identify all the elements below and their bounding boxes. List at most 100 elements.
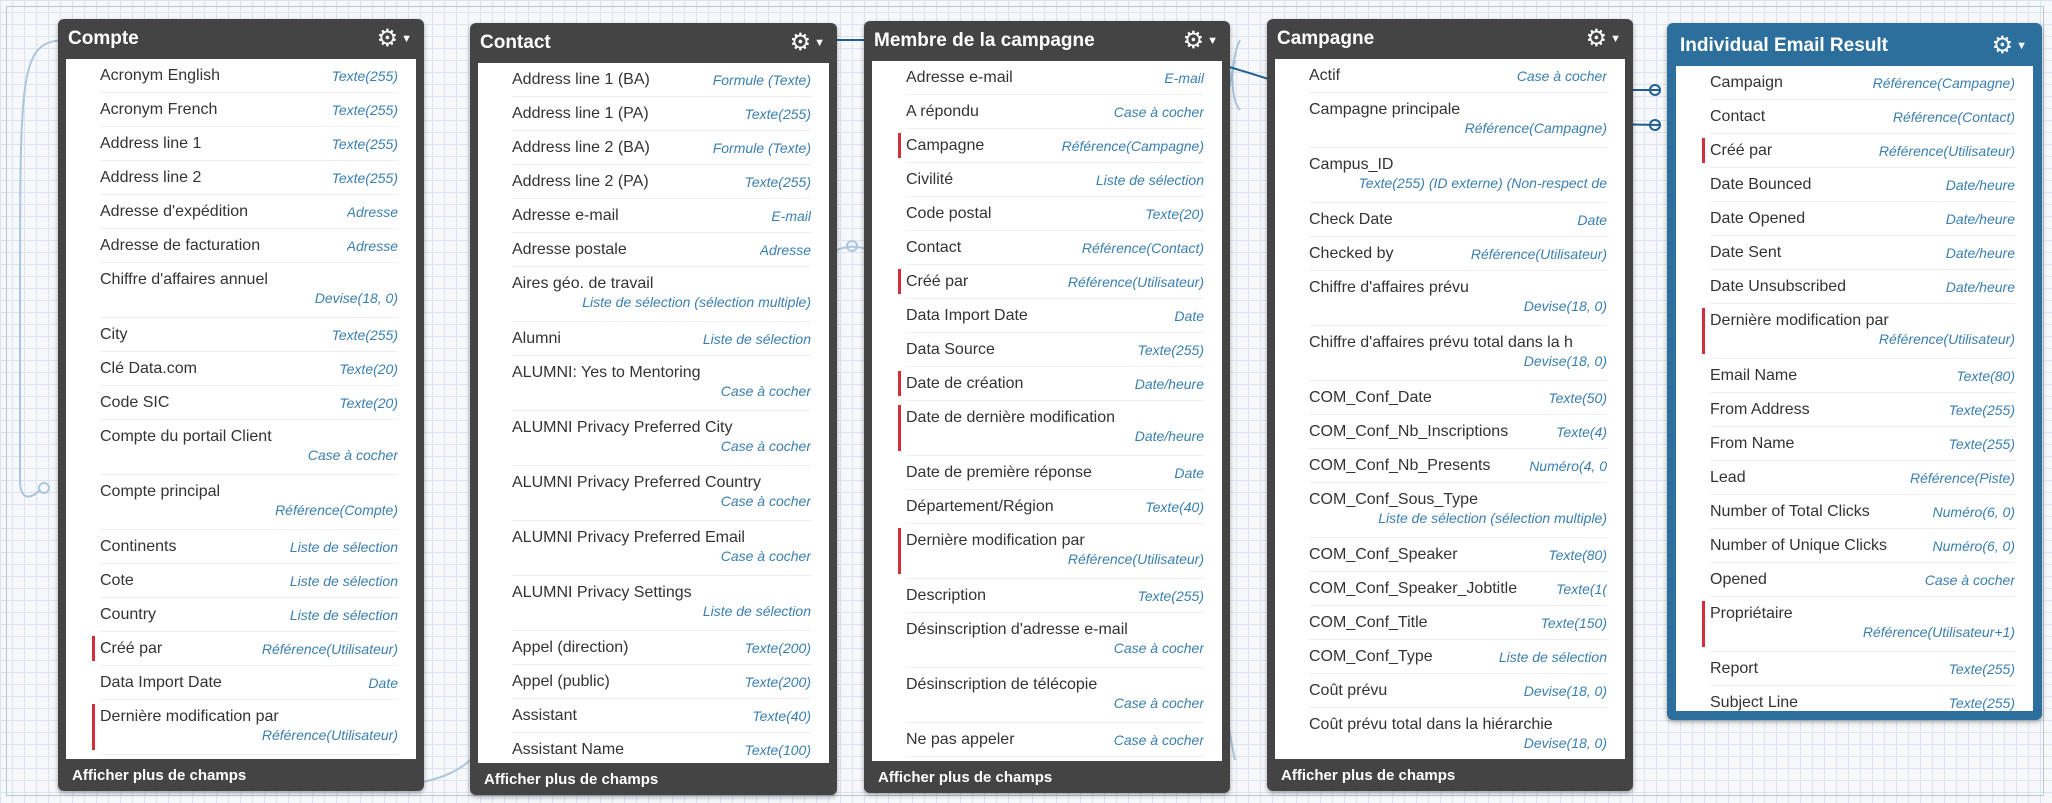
field-row[interactable]: Cote Liste de sélection <box>100 564 398 598</box>
field-row[interactable]: Actif Case à cocher <box>1309 59 1607 93</box>
field-row[interactable]: Contact Référence(Contact) <box>906 231 1204 265</box>
card-settings-button[interactable]: ⚙ ▼ <box>790 31 825 55</box>
field-row[interactable]: ALUMNI Privacy Preferred City Case à coch… <box>512 411 811 466</box>
field-row[interactable]: Opened Case à cocher <box>1710 563 2015 597</box>
field-row[interactable]: Coût prévu total dans la hiérarchie Devis… <box>1309 708 1607 759</box>
field-row[interactable]: Chiffre d'affaires annuel Devise(18, 0) <box>100 263 398 318</box>
field-list[interactable]: Address line 1 (BA) Formule (Texte) Addres… <box>478 63 829 763</box>
field-row[interactable]: Email Name Texte(80) <box>1710 359 2015 393</box>
field-row[interactable]: Appel (direction) Texte(200) <box>512 631 811 665</box>
field-row[interactable]: COM_Conf_Speaker_Jobtitle Texte(1( <box>1309 572 1607 606</box>
field-row[interactable]: COM_Conf_Nb_Presents Numéro(4, 0 <box>1309 449 1607 483</box>
field-row[interactable]: Désinscription d'adresse e-mail Case à co… <box>906 613 1204 668</box>
object-card-compte[interactable]: Compte ⚙ ▼ Acronym English Texte(255) Acro… <box>58 19 424 791</box>
field-row[interactable]: Date Opened Date/heure <box>1710 202 2015 236</box>
field-row[interactable]: Checked by Référence(Utilisateur) <box>1309 237 1607 271</box>
card-settings-button[interactable]: ⚙ ▼ <box>1183 29 1218 53</box>
field-row[interactable]: Créé par Référence(Utilisateur) <box>92 632 398 666</box>
field-row[interactable]: Campagne Référence(Campagne) <box>898 129 1204 163</box>
field-row[interactable]: Propriétaire Référence(Utilisateur+1) <box>1702 597 2015 652</box>
object-card-contact[interactable]: Contact ⚙ ▼ Address line 1 (BA) Formule (… <box>470 23 837 795</box>
field-row[interactable]: Adresse postale Adresse <box>512 233 811 267</box>
field-row[interactable]: Adresse e-mail E-mail <box>512 199 811 233</box>
field-list[interactable]: Campaign Référence(Campagne) Contact Référe… <box>1676 66 2033 711</box>
object-card-individual-email-result[interactable]: Individual Email Result ⚙ ▼ Campaign Réfé… <box>1667 23 2042 720</box>
field-list[interactable]: Acronym English Texte(255) Acronym French T… <box>66 59 416 759</box>
field-row[interactable]: Coût prévu Devise(18, 0) <box>1309 674 1607 708</box>
field-row[interactable]: Number of Total Clicks Numéro(6, 0) <box>1710 495 2015 529</box>
field-row[interactable]: Acronym French Texte(255) <box>100 93 398 127</box>
field-row[interactable]: Chiffre d'affaires prévu Devise(18, 0) <box>1309 271 1607 326</box>
field-row[interactable]: Data Source Texte(255) <box>906 333 1204 367</box>
field-row[interactable]: Ne pas appeler Case à cocher <box>906 723 1204 757</box>
field-row[interactable]: COM_Conf_Date Texte(50) <box>1309 381 1607 415</box>
field-list[interactable]: Adresse e-mail E-mail A répondu Case à coch… <box>872 61 1222 761</box>
field-row[interactable]: Address line 1 Texte(255) <box>100 127 398 161</box>
field-row[interactable]: Créé par Référence(Utilisateur) <box>1702 134 2015 168</box>
field-row[interactable]: Département/Région Texte(40) <box>906 490 1204 524</box>
field-row[interactable]: Code SIC Texte(20) <box>100 386 398 420</box>
card-settings-button[interactable]: ⚙ ▼ <box>1586 27 1621 51</box>
show-more-fields-link[interactable]: Afficher plus de champs <box>1267 759 1633 791</box>
field-row[interactable]: A répondu Case à cocher <box>906 95 1204 129</box>
field-row[interactable]: Créé par Référence(Utilisateur) <box>898 265 1204 299</box>
field-row[interactable]: Subject Line Texte(255) <box>1710 686 2015 711</box>
field-row[interactable]: Dernière modification par Référence(Utili… <box>898 524 1204 579</box>
field-row[interactable]: COM_Conf_Nb_Inscriptions Texte(4) <box>1309 415 1607 449</box>
field-row[interactable]: Assistant Name Texte(100) <box>512 733 811 763</box>
field-row[interactable]: Campagne principale Référence(Campagne) <box>1309 93 1607 148</box>
field-row[interactable]: Address line 2 (PA) Texte(255) <box>512 165 811 199</box>
field-row[interactable]: Dernière modification par Référence(Utili… <box>1702 304 2015 359</box>
field-row[interactable]: Date Bounced Date/heure <box>1710 168 2015 202</box>
card-settings-button[interactable]: ⚙ ▼ <box>1992 34 2027 58</box>
field-row[interactable]: Compte du portail Client Case à cocher <box>100 420 398 475</box>
field-row[interactable]: Address line 1 (BA) Formule (Texte) <box>512 63 811 97</box>
field-row[interactable]: Address line 2 (BA) Formule (Texte) <box>512 131 811 165</box>
field-row[interactable]: Chiffre d'affaires prévu total dans la h… <box>1309 326 1607 381</box>
field-row[interactable]: Contact Référence(Contact) <box>1710 100 2015 134</box>
field-row[interactable]: Description Texte(255) <box>906 579 1204 613</box>
field-row[interactable]: Appel (public) Texte(200) <box>512 665 811 699</box>
field-row[interactable]: Civilité Liste de sélection <box>906 163 1204 197</box>
field-row[interactable]: Date de création Date/heure <box>898 367 1204 401</box>
field-row[interactable]: Report Texte(255) <box>1710 652 2015 686</box>
field-row[interactable]: Date de première réponse Date <box>906 456 1204 490</box>
field-row[interactable]: COM_Conf_Sous_Type Liste de sélection (sé… <box>1309 483 1607 538</box>
field-row[interactable]: Lead Référence(Piste) <box>1710 461 2015 495</box>
field-row[interactable]: Address line 1 (PA) Texte(255) <box>512 97 811 131</box>
field-row[interactable]: From Address Texte(255) <box>1710 393 2015 427</box>
field-row[interactable]: ALUMNI Privacy Preferred Email Case à coc… <box>512 521 811 576</box>
field-list[interactable]: Actif Case à cocher Campagne principale Réf… <box>1275 59 1625 759</box>
object-card-membre-de-la-campagne[interactable]: Membre de la campagne ⚙ ▼ Adresse e-mail… <box>864 21 1230 793</box>
field-row[interactable]: Adresse e-mail E-mail <box>906 61 1204 95</box>
field-row[interactable]: Campus_ID Texte(255) (ID externe) (Non-re… <box>1309 148 1607 203</box>
field-row[interactable]: Date Sent Date/heure <box>1710 236 2015 270</box>
field-row[interactable]: COM_Conf_Type Liste de sélection <box>1309 640 1607 674</box>
show-more-fields-link[interactable]: Afficher plus de champs <box>864 761 1230 793</box>
field-row[interactable]: Acronym English Texte(255) <box>100 59 398 93</box>
card-settings-button[interactable]: ⚙ ▼ <box>377 27 412 51</box>
field-row[interactable]: Code postal Texte(20) <box>906 197 1204 231</box>
field-row[interactable]: City Texte(255) <box>100 318 398 352</box>
field-row[interactable]: From Name Texte(255) <box>1710 427 2015 461</box>
field-row[interactable]: Adresse de facturation Adresse <box>100 229 398 263</box>
show-more-fields-link[interactable]: Afficher plus de champs <box>58 759 424 791</box>
field-row[interactable]: Assistant Texte(40) <box>512 699 811 733</box>
field-row[interactable]: Data Import Date Date <box>100 666 398 700</box>
field-row[interactable]: ALUMNI Privacy Preferred Country Case à c… <box>512 466 811 521</box>
field-row[interactable]: Adresse d'expédition Adresse <box>100 195 398 229</box>
field-row[interactable]: Country Liste de sélection <box>100 598 398 632</box>
field-row[interactable]: Compte principal Référence(Compte) <box>100 475 398 530</box>
object-card-campagne[interactable]: Campagne ⚙ ▼ Actif Case à cocher Campagne … <box>1267 19 1633 791</box>
field-row[interactable]: Continents Liste de sélection <box>100 530 398 564</box>
field-row[interactable]: Désinscription de télécopie Case à cocher <box>906 668 1204 723</box>
field-row[interactable]: Number of Unique Clicks Numéro(6, 0) <box>1710 529 2015 563</box>
field-row[interactable]: Aires géo. de travail Liste de sélection … <box>512 267 811 322</box>
field-row[interactable]: Alumni Liste de sélection <box>512 322 811 356</box>
field-row[interactable]: Address line 2 Texte(255) <box>100 161 398 195</box>
field-row[interactable]: COM_Conf_Speaker Texte(80) <box>1309 538 1607 572</box>
show-more-fields-link[interactable]: Afficher plus de champs <box>470 763 837 795</box>
field-row[interactable]: Dernière modification par Référence(Utili… <box>92 700 398 755</box>
field-row[interactable]: Clé Data.com Texte(20) <box>100 352 398 386</box>
field-row[interactable]: ALUMNI Privacy Settings Liste de sélectio… <box>512 576 811 631</box>
